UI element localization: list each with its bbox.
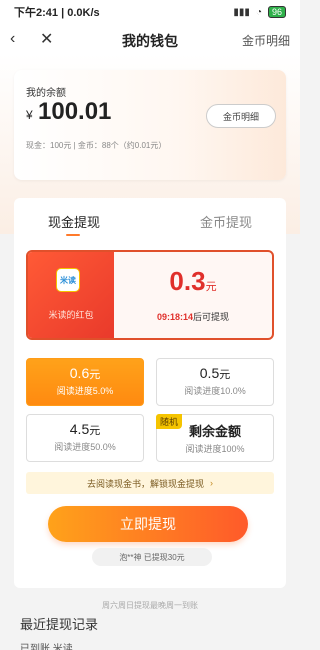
red-packet-left: 米读 米读的红包	[28, 252, 114, 338]
withdraw-panel: 现金提现 金币提现 米读 米读的红包 0.3元 09:18:14后可提现 0.6…	[14, 198, 286, 588]
option-value: 4.5元	[69, 421, 101, 437]
signal-icon: ▮▮▮	[233, 6, 250, 18]
balance-card: 我的余额 ¥ 100.01 现金：100元 | 金币：88个（约0.01元） 金…	[14, 70, 286, 180]
withdraw-option-remaining[interactable]: 随机 剩余金额 阅读进度100%	[156, 414, 274, 462]
status-time: 下午2:41 | 0.0K/s	[14, 7, 100, 19]
withdraw-option-0-5[interactable]: 0.5元 阅读进度10.0%	[156, 358, 274, 406]
withdraw-now-button[interactable]: 立即提现	[48, 506, 248, 542]
option-progress: 阅读进度50.0%	[54, 442, 116, 452]
recent-withdrawals-title: 最近提现记录	[20, 617, 99, 632]
option-value: 0.6元	[69, 365, 101, 381]
withdraw-option-0-6[interactable]: 0.6元 阅读进度5.0%	[26, 358, 144, 406]
status-bar: 下午2:41 | 0.0K/s ▮▮▮ ◔ 96	[0, 0, 300, 24]
countdown-suffix: 后可提现	[193, 312, 230, 322]
unlock-cash-banner[interactable]: 去阅读现金书，解锁现金提现 ›	[26, 472, 274, 494]
unlock-text: 去阅读现金书，解锁现金提现	[86, 478, 204, 489]
red-packet-label: 米读的红包	[48, 310, 94, 320]
option-progress: 阅读进度10.0%	[184, 386, 246, 396]
tab-cash-withdraw[interactable]: 现金提现	[48, 212, 100, 231]
option-value: 0.5元	[199, 365, 231, 381]
status-icons: ▮▮▮ ◔ 96	[233, 6, 286, 18]
recent-withdrawal-row: 已到账 米读 ...	[20, 644, 84, 650]
random-badge: 随机	[156, 414, 183, 429]
red-packet-countdown: 09:18:14后可提现	[114, 310, 272, 323]
balance-amount: 100.01	[38, 98, 112, 125]
withdraw-ticker: 泡**神 已提现30元	[92, 548, 212, 566]
red-packet-amount: 0.3元	[114, 266, 272, 297]
withdraw-option-4-5[interactable]: 4.5元 阅读进度50.0%	[26, 414, 144, 462]
arrival-note: 周六周日提现最晚周一到账	[102, 601, 198, 610]
coin-detail-link[interactable]: 金币明细	[242, 32, 290, 49]
battery-icon: 96	[267, 6, 286, 18]
chevron-right-icon: ›	[210, 478, 213, 488]
coin-detail-button[interactable]: 金币明细	[206, 104, 276, 128]
app-logo-icon: 米读	[56, 268, 80, 292]
red-packet-unit: 元	[205, 281, 217, 293]
wifi-icon: ◔	[255, 6, 262, 18]
countdown-time: 09:18:14	[156, 312, 193, 322]
balance-label: 我的余额	[26, 88, 66, 99]
currency-symbol: ¥	[26, 108, 33, 122]
active-tab-indicator	[66, 234, 80, 236]
balance-breakdown: 现金：100元 | 金币：88个（约0.01元）	[26, 141, 167, 150]
nav-bar: ‹ ✕ 我的钱包 金币明细	[0, 24, 300, 54]
red-packet-card[interactable]: 米读 米读的红包 0.3元 09:18:14后可提现	[26, 250, 274, 340]
option-progress: 阅读进度5.0%	[56, 386, 114, 396]
option-progress: 阅读进度100%	[185, 444, 245, 454]
tab-coin-withdraw[interactable]: 金币提现	[200, 212, 252, 231]
red-packet-value: 0.3	[169, 266, 206, 296]
